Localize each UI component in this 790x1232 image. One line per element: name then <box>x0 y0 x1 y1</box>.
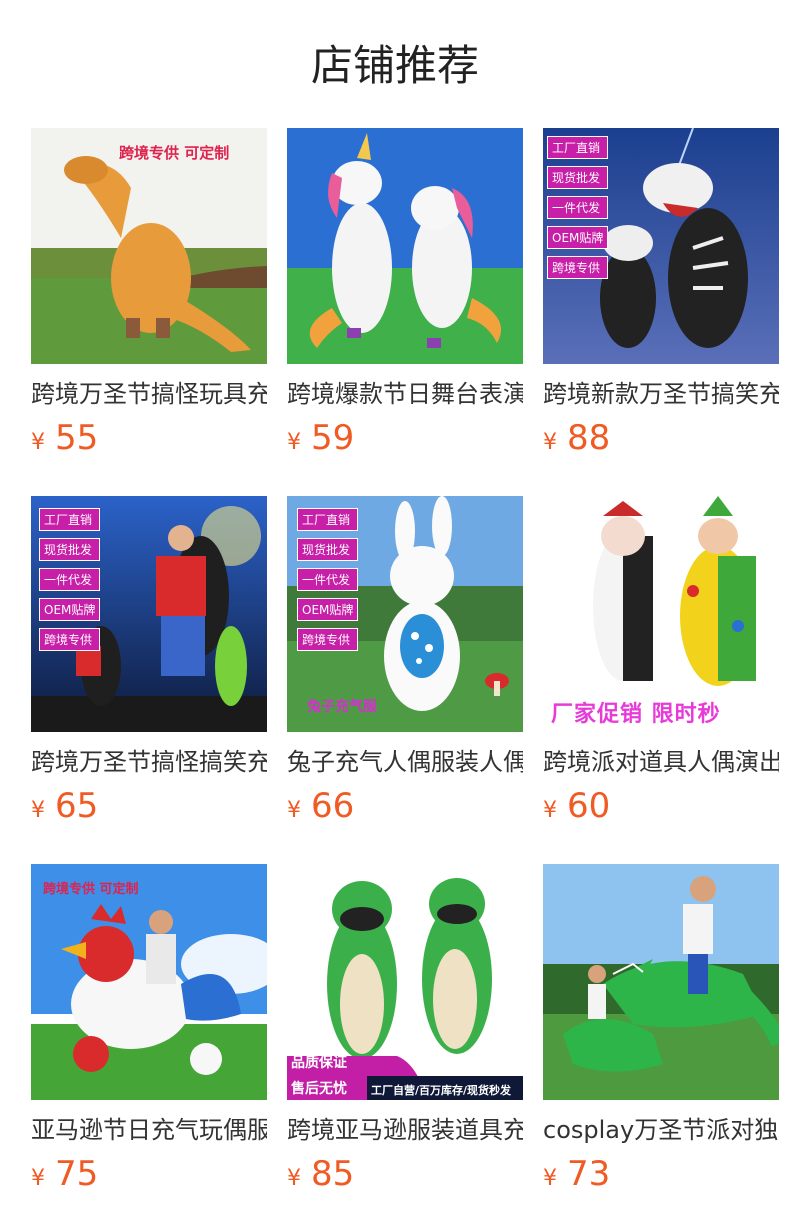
currency-symbol: ¥ <box>31 430 45 455</box>
overlay-tag: 跨境专供 <box>297 628 359 651</box>
dragon-costume-image[interactable]: 工厂直销 现货批发 一件代发 OEM贴牌 跨境专供 <box>543 128 779 364</box>
product-name[interactable]: 跨境亚马逊服装道具充气 <box>287 1112 523 1148</box>
product-card[interactable]: 品质保证 售后无忧 工厂自营/百万库存/现货秒发 跨境亚马逊服装道具充气 ¥85 <box>287 864 523 1194</box>
crocodile-costume-image[interactable] <box>543 864 779 1100</box>
currency-symbol: ¥ <box>287 798 301 823</box>
product-price: ¥73 <box>543 1152 610 1196</box>
product-name[interactable]: cosplay万圣节派对独角 <box>543 1112 779 1148</box>
product-price: ¥55 <box>31 416 98 460</box>
overlay-text: 工厂自营/百万库存/现货秒发 <box>371 1084 512 1097</box>
unicorn-costume-image[interactable] <box>287 128 523 364</box>
price-value: 65 <box>55 786 99 826</box>
price-value: 75 <box>55 1154 99 1194</box>
overlay-tag: 跨境专供 <box>39 628 101 651</box>
product-price: ¥59 <box>287 416 354 460</box>
currency-symbol: ¥ <box>287 1166 301 1191</box>
currency-symbol: ¥ <box>31 1166 45 1191</box>
overlay-text: 厂家促销 限时秒 <box>551 702 721 727</box>
overlay-text: 跨境专供 可定制 <box>119 144 230 162</box>
price-value: 73 <box>567 1154 611 1194</box>
product-card[interactable]: cosplay万圣节派对独角 ¥73 <box>543 864 779 1194</box>
product-card[interactable]: 跨境专供 可定制 跨境万圣节搞怪玩具充气 ¥55 <box>31 128 267 458</box>
overlay-tag: OEM贴牌 <box>547 226 609 249</box>
overlay-tag: 工厂直销 <box>297 508 359 531</box>
price-value: 85 <box>311 1154 355 1194</box>
currency-symbol: ¥ <box>543 430 557 455</box>
product-card[interactable]: 工厂直销 现货批发 一件代发 OEM贴牌 跨境专供 跨境万圣节搞怪搞笑充气 ¥6… <box>31 496 267 826</box>
product-name[interactable]: 跨境派对道具人偶演出服 <box>543 744 779 780</box>
frog-costume-image[interactable]: 品质保证 售后无忧 工厂自营/百万库存/现货秒发 <box>287 864 523 1100</box>
overlay-tag: 工厂直销 <box>39 508 101 531</box>
price-value: 59 <box>311 418 355 458</box>
rooster-costume-image[interactable]: 跨境专供 可定制 <box>31 864 267 1100</box>
overlay-tag: 一件代发 <box>39 568 101 591</box>
overlay-text: 跨境专供 可定制 <box>43 882 139 897</box>
overlay-tag: 现货批发 <box>39 538 101 561</box>
price-value: 66 <box>311 786 355 826</box>
price-value: 55 <box>55 418 99 458</box>
price-value: 88 <box>567 418 611 458</box>
currency-symbol: ¥ <box>287 430 301 455</box>
product-card[interactable]: 跨境专供 可定制 亚马逊节日充气玩偶服装 ¥75 <box>31 864 267 1194</box>
overlay-tag: 现货批发 <box>297 538 359 561</box>
product-name[interactable]: 亚马逊节日充气玩偶服装 <box>31 1112 267 1148</box>
overlay-tag: 现货批发 <box>547 166 609 189</box>
carry-costume-image[interactable]: 工厂直销 现货批发 一件代发 OEM贴牌 跨境专供 <box>31 496 267 732</box>
product-grid: 跨境专供 可定制 跨境万圣节搞怪玩具充气 ¥55 <box>31 128 779 1194</box>
overlay-text: 售后无忧 <box>291 1081 347 1097</box>
overlay-tag: OEM贴牌 <box>39 598 101 621</box>
overlay-tag: 一件代发 <box>547 196 609 219</box>
product-name[interactable]: 兔子充气人偶服装人偶装 <box>287 744 523 780</box>
overlay-tag: OEM贴牌 <box>297 598 359 621</box>
currency-symbol: ¥ <box>543 798 557 823</box>
price-value: 60 <box>567 786 611 826</box>
dinosaur-costume-image[interactable]: 跨境专供 可定制 <box>31 128 267 364</box>
overlay-text: 品质保证 <box>291 1055 347 1071</box>
product-price: ¥60 <box>543 784 610 828</box>
product-card[interactable]: 工厂直销 现货批发 一件代发 OEM贴牌 跨境专供 跨境新款万圣节搞笑充气 ¥8… <box>543 128 779 458</box>
overlay-text: 兔子充气服 <box>307 699 377 715</box>
overlay-tag: 工厂直销 <box>547 136 609 159</box>
product-name[interactable]: 跨境爆款节日舞台表演 <box>287 376 523 412</box>
product-price: ¥75 <box>31 1152 98 1196</box>
product-price: ¥66 <box>287 784 354 828</box>
rabbit-costume-image[interactable]: 工厂直销 现货批发 一件代发 OEM贴牌 跨境专供 兔子充气服 <box>287 496 523 732</box>
page-title: 店铺推荐 <box>310 41 479 90</box>
product-price: ¥85 <box>287 1152 354 1196</box>
clown-costume-image[interactable]: 厂家促销 限时秒 <box>543 496 779 732</box>
product-card[interactable]: 工厂直销 现货批发 一件代发 OEM贴牌 跨境专供 兔子充气服 兔子充气人偶服装… <box>287 496 523 826</box>
product-card[interactable]: 跨境爆款节日舞台表演 ¥59 <box>287 128 523 458</box>
product-name[interactable]: 跨境万圣节搞怪搞笑充气 <box>31 744 267 780</box>
product-name[interactable]: 跨境新款万圣节搞笑充气 <box>543 376 779 412</box>
overlay-tag: 跨境专供 <box>547 256 609 279</box>
currency-symbol: ¥ <box>31 798 45 823</box>
currency-symbol: ¥ <box>543 1166 557 1191</box>
product-name[interactable]: 跨境万圣节搞怪玩具充气 <box>31 376 267 412</box>
product-price: ¥65 <box>31 784 98 828</box>
overlay-tag: 一件代发 <box>297 568 359 591</box>
product-card[interactable]: 厂家促销 限时秒 跨境派对道具人偶演出服 ¥60 <box>543 496 779 826</box>
product-price: ¥88 <box>543 416 610 460</box>
